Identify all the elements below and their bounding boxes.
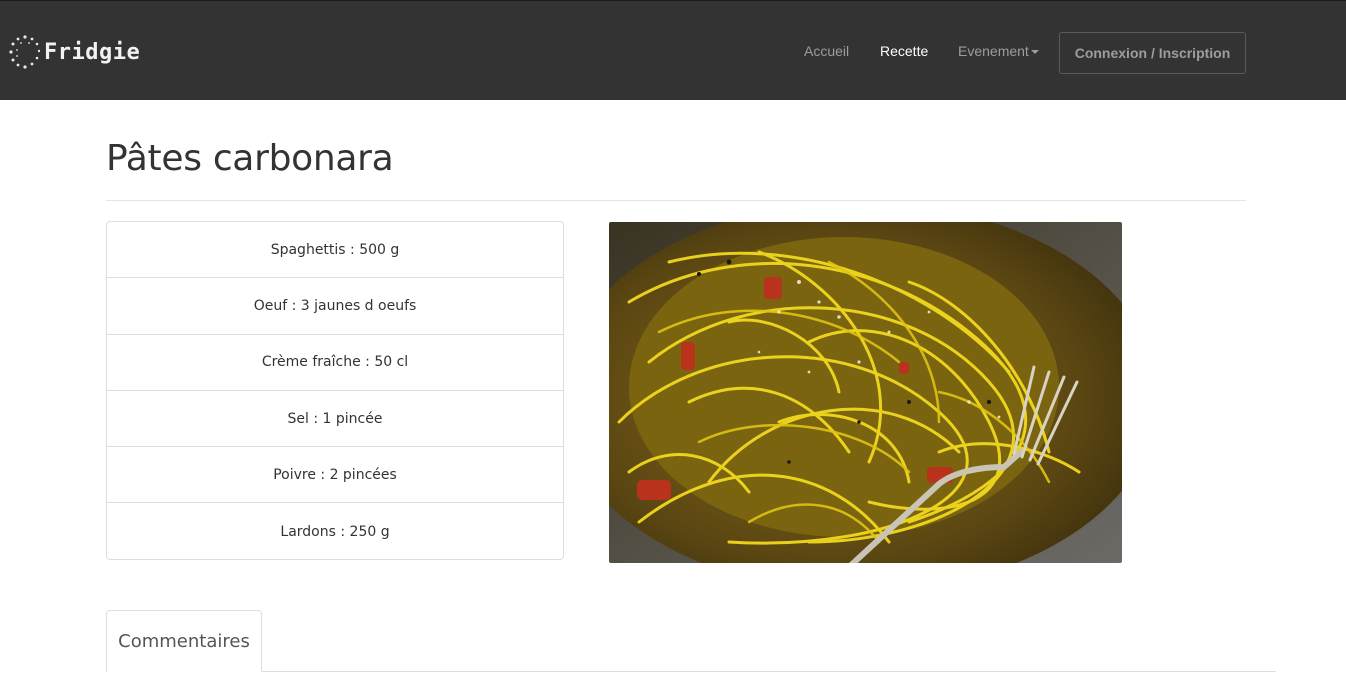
nav-dropdown-evenement[interactable]: Evenement <box>958 43 1039 59</box>
recipe-photo <box>609 222 1122 563</box>
ingredient-item: Oeuf : 3 jaunes d oeufs <box>107 278 563 335</box>
title-divider <box>106 200 1246 201</box>
ingredient-item: Crème fraîche : 50 cl <box>107 335 563 391</box>
top-navbar: Fridgie Accueil Recette Evenement Connex… <box>0 0 1346 100</box>
login-signup-button[interactable]: Connexion / Inscription <box>1059 32 1246 74</box>
ingredient-item: Sel : 1 pincée <box>107 391 563 448</box>
ingredient-item: Poivre : 2 pincées <box>107 447 563 504</box>
nav-link-accueil[interactable]: Accueil <box>804 43 849 59</box>
nav-link-recette[interactable]: Recette <box>880 43 928 59</box>
tab-comments[interactable]: Commentaires <box>106 610 262 672</box>
brand-logo[interactable]: Fridgie <box>8 34 140 70</box>
ingredient-item: Lardons : 250 g <box>280 523 390 540</box>
tabs-divider <box>106 671 1276 672</box>
nav-link-evenement-label: Evenement <box>958 43 1029 59</box>
ingredient-item: Spaghettis : 500 g <box>107 222 563 279</box>
ingredient-list: Spaghettis : 500 g Oeuf : 3 jaunes d oeu… <box>106 221 564 560</box>
fridgie-dots-icon <box>9 35 41 69</box>
spaghetti-plate-image <box>609 222 1122 563</box>
brand-name: Fridgie <box>44 39 141 65</box>
caret-down-icon <box>1030 50 1039 55</box>
page-title: Pâtes carbonara <box>106 138 394 179</box>
